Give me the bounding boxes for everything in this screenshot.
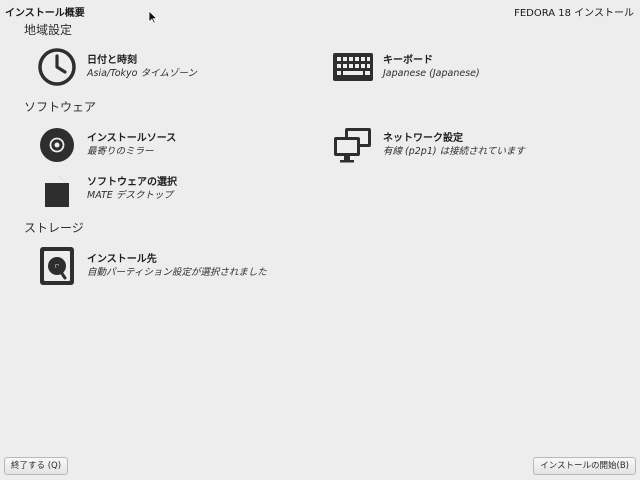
spoke-installation-source-title: インストールソース: [87, 133, 177, 144]
spoke-software-selection[interactable]: ソフトウェアの選択 MATE デスクトップ: [37, 169, 177, 209]
mouse-pointer-icon: [148, 10, 158, 24]
clock-icon: [37, 47, 77, 87]
spoke-installation-destination-status: 自動パーティション設定が選択されました: [87, 267, 267, 278]
section-heading-software: ソフトウェア: [24, 100, 97, 114]
quit-button[interactable]: 終了する (Q): [4, 457, 69, 475]
begin-installation-button[interactable]: インストールの開始(B): [533, 457, 636, 475]
section-heading-storage: ストレージ: [24, 221, 84, 235]
spoke-installation-destination-title: インストール先: [87, 254, 157, 265]
spoke-network-title: ネットワーク設定: [383, 133, 463, 144]
harddisk-icon: [37, 246, 77, 286]
spoke-software-selection-status: MATE デスクトップ: [87, 190, 173, 201]
spoke-date-time[interactable]: 日付と時刻 Asia/Tokyo タイムゾーン: [37, 47, 197, 87]
spoke-keyboard[interactable]: キーボード Japanese (Japanese): [333, 47, 480, 87]
spoke-date-time-title: 日付と時刻: [87, 55, 137, 66]
spoke-installation-source-status: 最寄りのミラー: [87, 146, 154, 157]
spoke-keyboard-title: キーボード: [383, 55, 433, 66]
section-heading-localization: 地域設定: [24, 23, 73, 37]
network-icon: [333, 125, 373, 165]
spoke-keyboard-status: Japanese (Japanese): [383, 68, 480, 79]
disc-icon: [37, 125, 77, 165]
spoke-installation-source[interactable]: インストールソース 最寄りのミラー: [37, 125, 176, 165]
product-name: FEDORA 18 インストール: [514, 8, 634, 19]
package-icon: [37, 169, 77, 209]
spoke-network-status: 有線 (p2p1) は接続されています: [383, 146, 525, 157]
keyboard-icon: [333, 47, 373, 87]
spoke-software-selection-title: ソフトウェアの選択: [87, 177, 177, 188]
page-title: インストール概要: [5, 8, 85, 19]
spoke-network[interactable]: ネットワーク設定 有線 (p2p1) は接続されています: [333, 125, 525, 165]
spoke-date-time-status: Asia/Tokyo タイムゾーン: [87, 68, 197, 79]
spoke-installation-destination[interactable]: インストール先 自動パーティション設定が選択されました: [37, 246, 267, 286]
